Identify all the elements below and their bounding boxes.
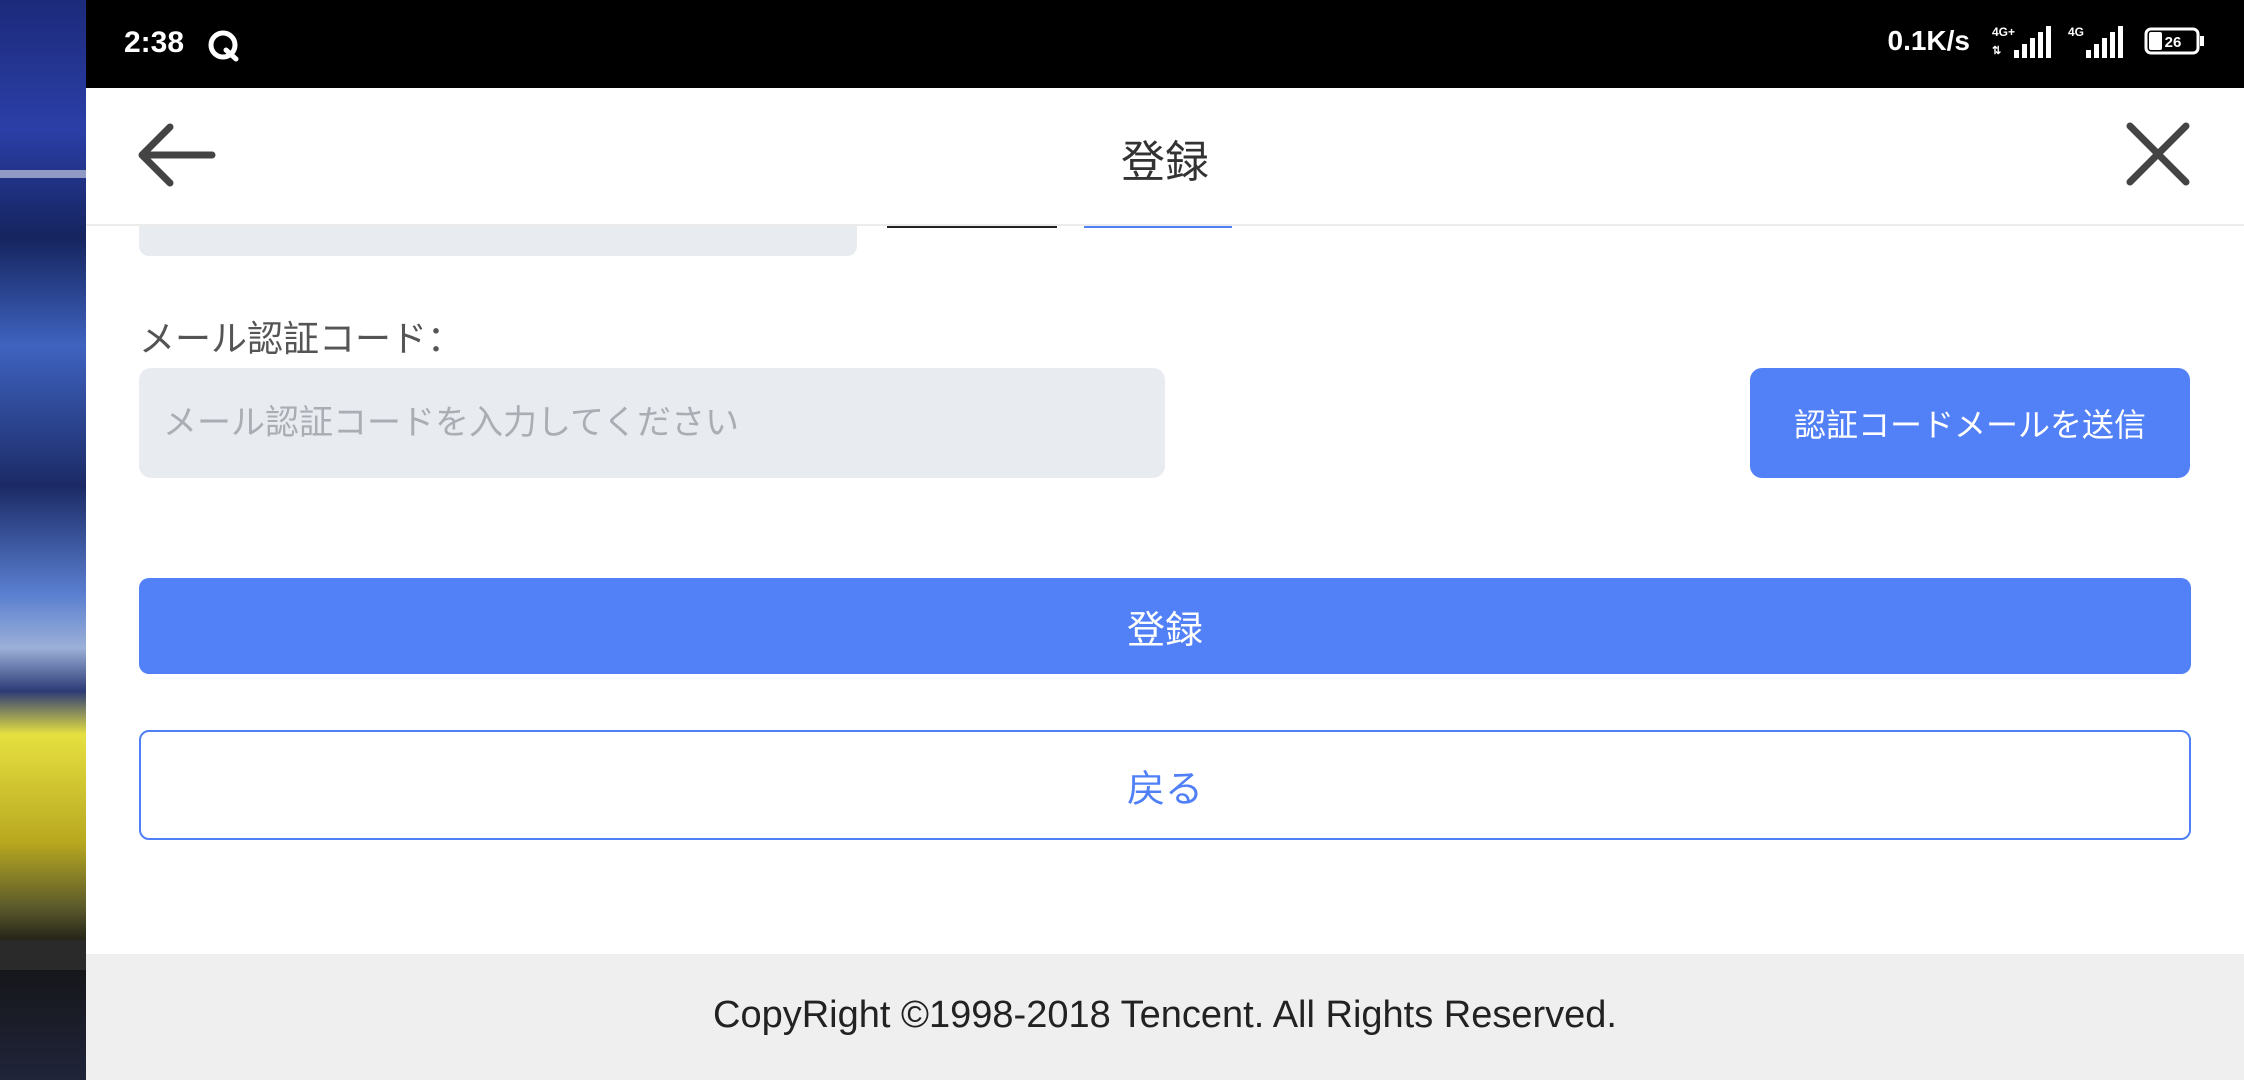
svg-text:⇅: ⇅ <box>1992 45 2001 57</box>
email-code-label: メール認証コード： <box>139 319 464 360</box>
signal-4g-plus-icon: 4G+ ⇅ <box>1992 25 2051 58</box>
app-header: 登録 <box>86 88 2244 226</box>
tab-underline-active <box>1084 226 1232 228</box>
send-code-button[interactable]: 認証コードメールを送信 <box>1750 368 2190 478</box>
close-icon[interactable] <box>2122 118 2194 190</box>
battery-level: 26 <box>2165 34 2182 51</box>
email-code-input[interactable] <box>139 368 1165 478</box>
signal-4g-icon: 4G <box>2068 25 2123 58</box>
qq-browser-icon <box>208 30 239 62</box>
background-streak <box>0 170 86 178</box>
network-speed: 0.1K/s <box>1887 25 1971 56</box>
battery-icon: 26 <box>2144 27 2204 55</box>
background-game-scene <box>0 0 86 1080</box>
footer: CopyRight ©1998-2018 Tencent. All Rights… <box>86 954 2244 1080</box>
network-type-2: 4G <box>2068 25 2084 39</box>
back-button[interactable]: 戻る <box>139 730 2191 840</box>
status-time: 2:38 <box>124 26 185 59</box>
previous-input-field[interactable] <box>139 226 857 256</box>
network-type-1: 4G+ <box>1992 25 2015 39</box>
copyright-text: CopyRight ©1998-2018 Tencent. All Rights… <box>713 994 1617 1036</box>
status-bar: 2:38 0.1K/s 4G+ ⇅ 4G 26 <box>86 0 2244 88</box>
registration-form: メール認証コード： 認証コードメールを送信 登録 戻る <box>86 226 2244 954</box>
tab-underline <box>887 226 1057 228</box>
register-button[interactable]: 登録 <box>139 578 2191 674</box>
page-title: 登録 <box>1121 137 1209 188</box>
background-streak <box>0 940 86 970</box>
status-indicators: 0.1K/s 4G+ ⇅ 4G 26 <box>1888 24 2207 58</box>
